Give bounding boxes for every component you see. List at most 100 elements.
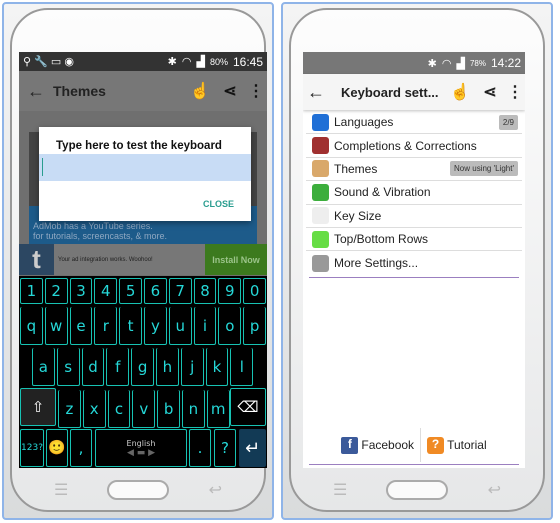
- dictionary-icon: [312, 137, 329, 155]
- key-z[interactable]: z: [58, 390, 81, 428]
- symbols-key[interactable]: 123?: [20, 429, 44, 467]
- comma-key[interactable]: ,: [70, 429, 92, 467]
- settings-item-label: Themes: [334, 161, 378, 176]
- settings-item[interactable]: More Settings...: [306, 251, 522, 274]
- more-vert-icon[interactable]: ⋮: [245, 81, 267, 101]
- bluetooth-icon: ✱: [167, 56, 177, 68]
- test-input[interactable]: [39, 154, 251, 181]
- settings-item-label: Completions & Corrections: [334, 138, 477, 153]
- battery-level: 80%: [209, 56, 228, 67]
- facebook-link[interactable]: f Facebook: [341, 428, 422, 462]
- backspace-key[interactable]: ⌫: [230, 388, 266, 426]
- settings-item[interactable]: Languages 2/9: [306, 111, 522, 135]
- key-size-icon: [312, 207, 329, 225]
- app-bar: ← Themes ☝ ⋖ ⋮: [19, 71, 267, 111]
- language-arrows-icon: ◀ ▬ ▶: [126, 447, 156, 458]
- key-2[interactable]: 2: [44, 278, 68, 304]
- key-n[interactable]: n: [182, 390, 205, 428]
- key-g[interactable]: g: [131, 348, 154, 386]
- menu-key-icon[interactable]: ☰: [54, 480, 68, 500]
- key-a[interactable]: a: [32, 348, 55, 386]
- key-7[interactable]: 7: [168, 278, 192, 304]
- footer: f Facebook ? Tutorial: [303, 427, 525, 463]
- clock: 14:22: [490, 56, 521, 70]
- settings-item[interactable]: Themes Now using 'Light': [306, 158, 522, 182]
- question-key[interactable]: ?: [214, 429, 236, 467]
- key-5[interactable]: 5: [119, 278, 142, 304]
- settings-item[interactable]: Key Size: [306, 205, 522, 228]
- keyboard-hand-icon[interactable]: ☝: [445, 82, 475, 102]
- tutorial-book-icon: ?: [427, 436, 445, 454]
- language-label: English: [126, 438, 156, 448]
- key-v[interactable]: v: [132, 390, 156, 428]
- key-i[interactable]: i: [193, 307, 217, 345]
- key-e[interactable]: e: [69, 307, 93, 345]
- shift-key[interactable]: ⇧: [20, 388, 56, 426]
- key-6[interactable]: 6: [144, 278, 167, 304]
- key-p[interactable]: p: [243, 307, 266, 345]
- settings-item[interactable]: Completions & Corrections: [306, 134, 522, 158]
- clock: 16:45: [232, 54, 263, 69]
- settings-item-label: Sound & Vibration: [334, 185, 431, 200]
- facebook-label: Facebook: [361, 438, 415, 452]
- more-vert-icon[interactable]: ⋮: [505, 82, 525, 102]
- key-f[interactable]: f: [106, 348, 130, 386]
- keyboard: 1 2 3 4 5 6 7 8 9 0 q w e r t y u i o p a s d f g h j k l ⇧ z x c v b n m ⌫ 12…: [19, 276, 267, 468]
- key-b[interactable]: b: [157, 390, 180, 428]
- install-now-button[interactable]: Install Now: [205, 244, 267, 275]
- key-3[interactable]: 3: [69, 278, 93, 304]
- palette-icon: [312, 160, 329, 178]
- back-arrow-icon[interactable]: ←: [19, 81, 53, 102]
- home-button[interactable]: [386, 480, 449, 500]
- back-key-icon[interactable]: ↩: [488, 480, 501, 500]
- share-icon[interactable]: ⋖: [475, 82, 505, 102]
- period-key[interactable]: .: [189, 429, 211, 467]
- menu-key-icon[interactable]: ☰: [333, 480, 347, 500]
- key-y[interactable]: y: [144, 307, 167, 345]
- left-phone: ⚲ 🔧 ▭ ◉ ✱ ◠ ▟ 80% 16:45 ← Themes ☝ ⋖ ⋮ A…: [2, 2, 274, 520]
- page-title: Keyboard sett...: [341, 84, 439, 100]
- enter-key[interactable]: ↵: [239, 429, 266, 467]
- key-d[interactable]: d: [81, 348, 105, 386]
- emoji-key[interactable]: 🙂: [46, 429, 68, 467]
- signal-icon: ▟: [456, 57, 465, 70]
- key-q[interactable]: q: [20, 307, 43, 345]
- share-icon[interactable]: ⋖: [215, 81, 245, 101]
- key-m[interactable]: m: [206, 390, 230, 428]
- key-u[interactable]: u: [168, 307, 192, 345]
- ad-banner[interactable]: t Your ad integration works. Woohoo! Ins…: [19, 244, 267, 275]
- key-4[interactable]: 4: [94, 278, 118, 304]
- key-h[interactable]: h: [156, 348, 179, 386]
- status-badge: Now using 'Light': [450, 161, 518, 177]
- key-s[interactable]: s: [56, 348, 80, 386]
- key-w[interactable]: w: [44, 307, 68, 345]
- back-arrow-icon[interactable]: ←: [303, 82, 329, 103]
- keyboard-hand-icon[interactable]: ☝: [185, 81, 215, 101]
- settings-item[interactable]: Top/Bottom Rows: [306, 228, 522, 252]
- list-divider: [309, 277, 519, 278]
- key-9[interactable]: 9: [218, 278, 242, 304]
- left-screen: ⚲ 🔧 ▭ ◉ ✱ ◠ ▟ 80% 16:45 ← Themes ☝ ⋖ ⋮ A…: [19, 52, 267, 468]
- key-o[interactable]: o: [218, 307, 242, 345]
- status-bar: ⚲ 🔧 ▭ ◉ ✱ ◠ ▟ 80% 16:45: [19, 52, 267, 71]
- status-bar: ✱ ◠ ▟ 78% 14:22: [303, 52, 525, 74]
- home-button[interactable]: [107, 480, 170, 500]
- key-x[interactable]: x: [82, 390, 106, 428]
- key-c[interactable]: c: [107, 390, 131, 428]
- key-l[interactable]: l: [230, 348, 254, 386]
- tutorial-link[interactable]: ? Tutorial: [421, 436, 487, 454]
- key-t[interactable]: t: [119, 307, 142, 345]
- hardware-buttons: ☰ ↩: [333, 480, 501, 500]
- key-8[interactable]: 8: [193, 278, 217, 304]
- back-key-icon[interactable]: ↩: [209, 480, 222, 500]
- space-key[interactable]: English ◀ ▬ ▶: [95, 429, 187, 467]
- key-0[interactable]: 0: [243, 278, 266, 304]
- key-j[interactable]: j: [180, 348, 204, 386]
- settings-item-label: More Settings...: [334, 256, 419, 271]
- close-button[interactable]: CLOSE: [203, 199, 234, 209]
- key-k[interactable]: k: [205, 348, 229, 386]
- key-r[interactable]: r: [94, 307, 118, 345]
- ad-text: Your ad integration works. Woohoo!: [58, 256, 153, 263]
- settings-item[interactable]: Sound & Vibration: [306, 181, 522, 205]
- key-1[interactable]: 1: [20, 278, 43, 304]
